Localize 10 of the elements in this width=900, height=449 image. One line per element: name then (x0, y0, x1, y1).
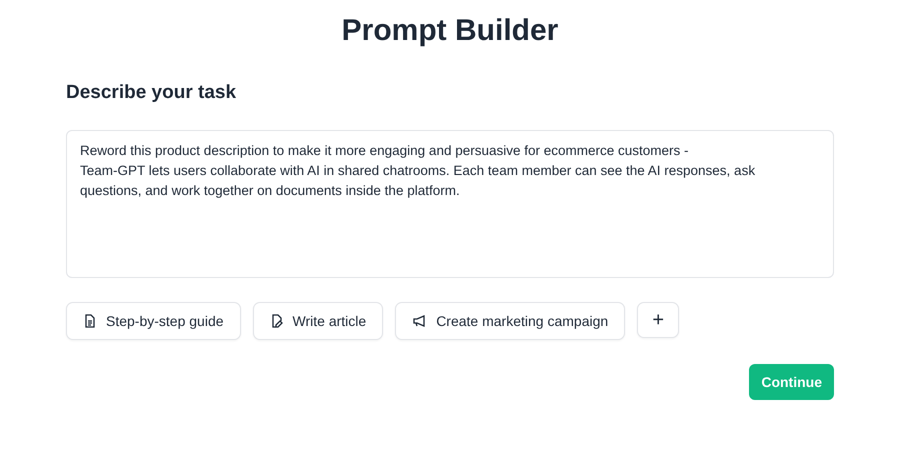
template-button[interactable]: Create marketing campaign (395, 302, 626, 340)
page-title: Prompt Builder (342, 14, 558, 48)
megaphone-icon (412, 314, 428, 328)
template-button[interactable]: Step-by-step guide (66, 302, 241, 340)
document-icon (83, 314, 97, 328)
task-field[interactable]: Reword this product description to make it more engaging and persuasive for ecommerce customers - Team-GPT lets users collaborate with AI in shared chatrooms. Each team member can see the AI responses, ask questions, and work together on documents inside the platform. (66, 130, 834, 278)
section-heading: Describe your task (66, 82, 236, 104)
document-pen-icon (270, 314, 284, 328)
template-button[interactable]: Write article (252, 302, 384, 340)
add-button[interactable]: + (637, 302, 680, 338)
